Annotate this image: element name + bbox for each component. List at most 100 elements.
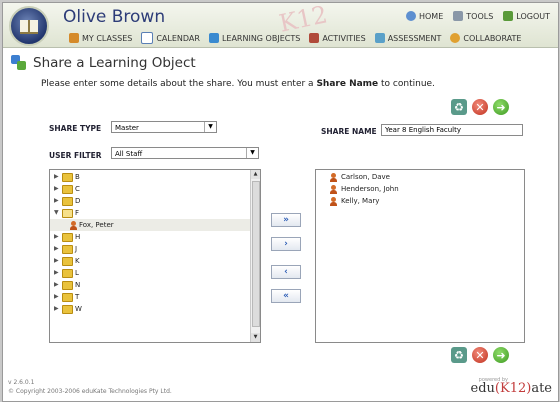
nav-home[interactable]: HOME	[405, 11, 444, 21]
nav-home-label: HOME	[418, 11, 444, 21]
share-name-input[interactable]: Year 8 English Faculty	[381, 124, 523, 136]
bottom-action-bar: ♻ ✕ ➜	[451, 347, 509, 363]
list-item[interactable]: Carlson, Dave	[316, 171, 524, 183]
add-selected-button[interactable]: ›	[271, 237, 301, 251]
expand-arrow-icon: ▶	[54, 185, 59, 192]
list-item-label: Kelly, Mary	[341, 197, 380, 205]
shared-users-list[interactable]: Carlson, Dave Henderson, John Kelly, Mar…	[315, 169, 525, 343]
instructions: Please enter some details about the shar…	[41, 79, 435, 89]
school-logo[interactable]	[9, 6, 49, 46]
folder-icon	[62, 196, 73, 206]
user-filter-label: USER FILTER	[49, 151, 102, 160]
activities-icon	[309, 33, 320, 43]
nav-collaborate[interactable]: COLLABORATE	[450, 32, 521, 44]
user-name: Olive Brown	[63, 7, 166, 27]
top-action-bar: ♻ ✕ ➜	[451, 99, 509, 115]
scrollbar-thumb[interactable]	[252, 181, 260, 327]
version-text: v 2.6.0.1	[8, 379, 35, 386]
scroll-down-arrow-icon[interactable]: ▼	[251, 333, 260, 342]
folder-icon	[62, 244, 73, 254]
open-folder-icon	[62, 208, 73, 218]
brand-text: edu	[470, 381, 495, 396]
share-type-label: SHARE TYPE	[49, 124, 102, 133]
copyright-text: © Copyright 2003-2006 eduKate Technologi…	[8, 388, 172, 395]
user-filter-value: All Staff	[115, 150, 143, 158]
tree-folder[interactable]: ▶ J	[50, 243, 260, 255]
tree-folder-label: C	[75, 185, 80, 193]
folder-icon	[62, 184, 73, 194]
tree-folder[interactable]: ▶ L	[50, 267, 260, 279]
expand-arrow-icon: ▶	[54, 257, 59, 264]
vertical-scrollbar[interactable]: ▲ ▼	[250, 170, 260, 342]
recycle-button-bottom[interactable]: ♻	[451, 347, 467, 363]
tree-folder[interactable]: ▶ K	[50, 255, 260, 267]
nav-learning-objects[interactable]: LEARNING OBJECTS	[208, 32, 300, 44]
remove-all-button[interactable]: «	[271, 289, 301, 303]
continue-button[interactable]: ➜	[493, 99, 509, 115]
nav-calendar-label: CALENDAR	[156, 33, 200, 43]
nav-tools-label: TOOLS	[466, 11, 494, 21]
list-item[interactable]: Kelly, Mary	[316, 195, 524, 207]
arrow-right-icon: ➜	[496, 100, 506, 114]
brand-logo: edu(K12)ate	[471, 381, 552, 396]
share-icon	[11, 55, 27, 71]
tree-folder[interactable]: ▶ D	[50, 195, 260, 207]
scroll-up-arrow-icon[interactable]: ▲	[251, 170, 260, 179]
folder-icon	[62, 292, 73, 302]
arrow-left-icon: ‹	[284, 267, 288, 277]
share-type-select[interactable]: Master ▼	[111, 121, 217, 133]
remove-selected-button[interactable]: ‹	[271, 265, 301, 279]
folder-icon	[62, 232, 73, 242]
recycle-bin-icon: ♻	[454, 100, 464, 114]
list-item[interactable]: Henderson, John	[316, 183, 524, 195]
learning-objects-icon	[208, 33, 219, 43]
list-item-label: Henderson, John	[341, 185, 399, 193]
nav-calendar[interactable]: CALENDAR	[141, 32, 200, 44]
continue-button-bottom[interactable]: ➜	[493, 347, 509, 363]
person-icon	[70, 220, 77, 230]
cancel-button[interactable]: ✕	[472, 99, 488, 115]
tree-folder-label: F	[75, 209, 80, 217]
add-all-button[interactable]: »	[271, 213, 301, 227]
calendar-icon	[141, 32, 154, 44]
nav-collaborate-label: COLLABORATE	[463, 33, 522, 43]
collapse-arrow-icon: ▼	[54, 209, 59, 216]
tree-folder-expanded[interactable]: ▼ F	[50, 207, 260, 219]
cancel-button-bottom[interactable]: ✕	[472, 347, 488, 363]
user-filter-select[interactable]: All Staff ▼	[111, 147, 259, 159]
tree-person-selected[interactable]: Fox, Peter	[50, 219, 260, 231]
tree-folder-label: B	[75, 173, 80, 181]
folder-icon	[62, 268, 73, 278]
nav-activities[interactable]: ACTIVITIES	[309, 32, 366, 44]
tree-folder-label: D	[75, 197, 81, 205]
arrow-right-icon: ➜	[496, 348, 506, 362]
nav-assessment[interactable]: ASSESSMENT	[374, 32, 441, 44]
double-arrow-left-icon: «	[283, 291, 289, 301]
nav-tools[interactable]: TOOLS	[453, 11, 493, 21]
instruction-emphasis: Share Name	[316, 79, 379, 89]
collaborate-icon	[450, 33, 461, 43]
person-icon	[330, 196, 337, 206]
tree-folder-label: H	[75, 233, 81, 241]
tree-folder[interactable]: ▶ W	[50, 303, 260, 315]
classes-icon	[69, 33, 79, 43]
recycle-bin-icon: ♻	[454, 348, 464, 362]
nav-logout[interactable]: LOGOUT	[503, 11, 550, 21]
share-name-value: Year 8 English Faculty	[385, 126, 462, 134]
folder-icon	[62, 304, 73, 314]
page-heading: Share a Learning Object	[11, 55, 196, 71]
tree-folder[interactable]: ▶ C	[50, 183, 260, 195]
recycle-button[interactable]: ♻	[451, 99, 467, 115]
tree-folder[interactable]: ▶ B	[50, 171, 260, 183]
tree-folder-label: J	[75, 245, 78, 253]
nav-my-classes-label: MY CLASSES	[82, 33, 133, 43]
tree-folder[interactable]: ▶ H	[50, 231, 260, 243]
chevron-down-icon: ▼	[246, 148, 258, 158]
folder-icon	[62, 280, 73, 290]
available-users-tree[interactable]: ▶ B ▶ C ▶ D ▼ F Fox, Peter ▶ H ▶ J ▶ K ▶ L ▶ N ▶ T…	[49, 169, 261, 343]
nav-my-classes[interactable]: MY CLASSES	[69, 32, 132, 44]
tree-folder[interactable]: ▶ T	[50, 291, 260, 303]
tree-folder[interactable]: ▶ N	[50, 279, 260, 291]
tree-folder-label: T	[75, 293, 80, 301]
expand-arrow-icon: ▶	[54, 305, 59, 312]
